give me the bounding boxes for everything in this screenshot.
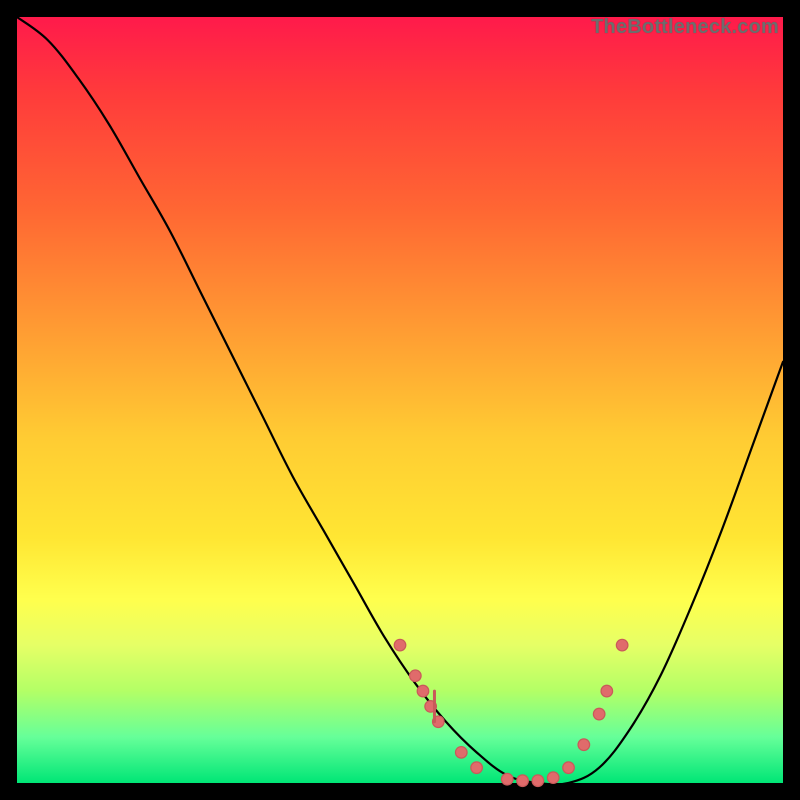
chart-data-point [578, 739, 590, 751]
chart-data-point [501, 773, 513, 785]
chart-data-point [593, 708, 605, 720]
chart-data-point [517, 775, 529, 787]
chart-data-point [455, 747, 467, 759]
chart-markers [394, 639, 628, 786]
chart-data-point [563, 762, 575, 774]
chart-data-point [601, 685, 613, 697]
chart-data-point [532, 775, 544, 787]
chart-data-point [417, 685, 429, 697]
chart-svg [17, 17, 783, 783]
chart-data-point [547, 772, 559, 784]
chart-data-point [410, 670, 422, 682]
plot-area: TheBottleneck.com [17, 17, 783, 783]
chart-container: TheBottleneck.com [0, 0, 800, 800]
chart-data-point [616, 639, 628, 651]
chart-data-point [394, 639, 406, 651]
chart-data-point [471, 762, 483, 774]
bottleneck-curve [17, 17, 783, 785]
